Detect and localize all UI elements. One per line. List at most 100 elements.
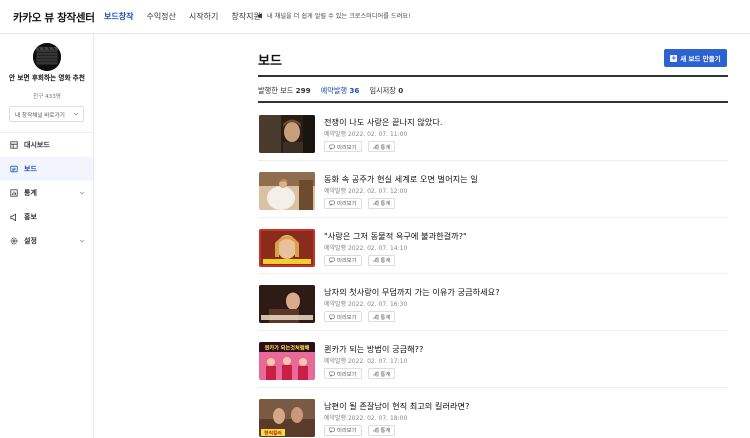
sidebar-item-stats[interactable]: 통계	[0, 181, 93, 205]
preview-button[interactable]: 미리보기	[324, 197, 362, 209]
tab-scheduled[interactable]: 예약발행 36	[321, 86, 360, 96]
preview-label: 미리보기	[337, 371, 357, 378]
post-actions: 미리보기 통계	[324, 424, 396, 436]
sidebar-item-label: 홍보	[24, 213, 37, 221]
sidebar-item-dashboard[interactable]: 대시보드	[0, 133, 93, 157]
preview-button[interactable]: 미리보기	[324, 141, 362, 152]
main-nav: 보드창작 수익정산 시작하기 창작지원	[104, 11, 274, 22]
channel-shortcut-select[interactable]: 내 창작채널 바로가기	[9, 106, 84, 122]
chevron-down-icon	[79, 239, 85, 243]
tab-label: 발행한 보드	[258, 86, 294, 95]
preview-button[interactable]: 미리보기	[324, 311, 362, 323]
chat-icon	[329, 371, 335, 377]
promo-icon	[10, 213, 16, 221]
megaphone-icon	[257, 13, 262, 19]
tab-count: 299	[295, 86, 311, 95]
sidebar-item-label: 보드	[24, 165, 37, 173]
tab-published[interactable]: 발행한 보드 299	[258, 86, 311, 96]
sidebar-item-board[interactable]: 보드	[0, 157, 93, 181]
tab-drafts[interactable]: 임시저장 0	[369, 86, 403, 96]
list-item[interactable]: 동화 속 공주가 현실 세계로 오면 벌어지는 일 예약발행 2022. 02.…	[258, 161, 728, 218]
new-board-button[interactable]: + 새 보드 만들기	[664, 49, 727, 67]
list-item[interactable]: 남자의 첫사랑이 무덤까지 가는 이유가 궁금하세요? 예약발행 2022. 0…	[258, 274, 728, 332]
sidebar-item-settings[interactable]: 설정	[0, 229, 93, 253]
board-thumbnail[interactable]	[259, 115, 315, 153]
sidebar-menu: 대시보드 보드 통계 홍보 설정	[0, 132, 93, 253]
list-item[interactable]: 전쟁이 나도 사랑은 끝나지 않았다. 예약발행 2022. 02. 07. 1…	[258, 104, 728, 161]
nav-board-create[interactable]: 보드창작	[104, 11, 133, 22]
channel-avatar	[33, 43, 61, 71]
nav-settlement[interactable]: 수익정산	[146, 11, 175, 22]
notice-text: 내 채널을 더 쉽게 알릴 수 있는 크로스미디어를 드려요!	[267, 13, 411, 20]
stats-icon	[10, 189, 18, 197]
stats-label: 통계	[380, 428, 391, 435]
post-date: 예약발행 2022. 02. 07. 17:10	[324, 358, 408, 366]
stats-button[interactable]: 통계	[367, 141, 396, 152]
sidebar: 안 보면 후회하는 영화 추천 친구 433명 내 창작채널 바로가기 대시보드…	[0, 34, 94, 438]
list-item[interactable]: 퀸카가 되는것처럼해 퀸카가 되는 방법이 궁금해?? 예약발행 2022. 0…	[258, 331, 728, 388]
board-thumbnail[interactable]	[259, 285, 315, 324]
stats-button[interactable]: 통계	[367, 311, 396, 323]
tab-label: 임시저장	[369, 86, 396, 95]
list-item[interactable]: "사랑은 그저 동물적 욕구에 불과한걸까?" 예약발행 2022. 02. 0…	[258, 218, 728, 275]
preview-label: 미리보기	[337, 144, 357, 151]
stats-button[interactable]: 통계	[367, 424, 396, 436]
preview-button[interactable]: 미리보기	[324, 254, 362, 266]
board-thumbnail[interactable]	[259, 228, 315, 267]
sidebar-item-label: 대시보드	[24, 141, 50, 149]
tab-label: 예약발행	[320, 86, 348, 95]
preview-label: 미리보기	[337, 201, 357, 208]
preview-label: 미리보기	[337, 428, 357, 435]
thumbnail-caption: 현직킬러	[264, 429, 282, 436]
post-title[interactable]: 남편이 될 존잘남이 현직 최고의 킬러라면?	[324, 400, 469, 412]
board-list: 전쟁이 나도 사랑은 끝나지 않았다. 예약발행 2022. 02. 07. 1…	[258, 104, 728, 438]
divider	[258, 101, 728, 103]
nav-getting-started[interactable]: 시작하기	[189, 11, 218, 22]
post-title[interactable]: 전쟁이 나도 사랑은 끝나지 않았다.	[324, 116, 442, 128]
chart-icon	[373, 257, 378, 263]
chart-icon	[373, 314, 378, 320]
post-title[interactable]: 남자의 첫사랑이 무덤까지 가는 이유가 궁금하세요?	[324, 286, 500, 298]
post-actions: 미리보기 통계	[324, 197, 396, 209]
notice-banner[interactable]: 내 채널을 더 쉽게 알릴 수 있는 크로스미디어를 드려요!	[257, 11, 410, 20]
board-tabs: 발행한 보드 299 예약발행 36 임시저장 0	[258, 86, 413, 96]
post-date: 예약발행 2022. 02. 07. 16:30	[324, 301, 408, 309]
stats-label: 통계	[380, 258, 391, 265]
channel-select-label: 내 창작채널 바로가기	[15, 113, 65, 119]
chevron-down-icon	[73, 112, 79, 116]
board-thumbnail[interactable]	[259, 171, 315, 210]
plus-icon: +	[670, 53, 678, 62]
post-title[interactable]: 동화 속 공주가 현실 세계로 오면 벌어지는 일	[324, 173, 478, 185]
chart-icon	[373, 371, 378, 377]
top-navigation-bar: 카카오 뷰 창작센터 보드창작 수익정산 시작하기 창작지원 내 채널을 더 쉽…	[0, 0, 750, 34]
preview-label: 미리보기	[337, 258, 357, 265]
post-date: 예약발행 2022. 02. 07. 18:00	[324, 414, 408, 422]
channel-name: 안 보면 후회하는 영화 추천	[9, 74, 85, 82]
preview-button[interactable]: 미리보기	[324, 424, 362, 436]
stats-label: 통계	[380, 371, 391, 378]
stats-label: 통계	[380, 201, 391, 208]
post-actions: 미리보기 통계	[324, 311, 396, 323]
thumbnail-caption: 퀸카가 되는것처럼해	[265, 344, 310, 352]
post-title[interactable]: 퀸카가 되는 방법이 궁금해??	[324, 343, 423, 355]
post-title[interactable]: "사랑은 그저 동물적 욕구에 불과한걸까?"	[324, 230, 467, 242]
stats-button[interactable]: 통계	[367, 368, 396, 380]
chart-icon	[373, 144, 378, 149]
stats-button[interactable]: 통계	[367, 197, 396, 209]
preview-button[interactable]: 미리보기	[324, 368, 362, 380]
chevron-down-icon	[79, 191, 85, 195]
sidebar-item-promo[interactable]: 홍보	[0, 205, 93, 229]
chat-icon	[329, 200, 335, 207]
post-actions: 미리보기 통계	[324, 254, 396, 266]
chat-icon	[329, 314, 335, 320]
app-logo[interactable]: 카카오 뷰 창작센터	[13, 10, 95, 25]
tab-count: 36	[349, 86, 360, 95]
stats-label: 통계	[380, 314, 391, 321]
list-item[interactable]: 현직킬러 남편이 될 존잘남이 현직 최고의 킬러라면? 예약발행 2022. …	[258, 388, 728, 438]
board-thumbnail[interactable]: 퀸카가 되는것처럼해	[259, 342, 315, 381]
board-thumbnail[interactable]: 현직킬러	[259, 398, 315, 437]
gear-icon	[10, 237, 18, 245]
stats-button[interactable]: 통계	[367, 254, 396, 266]
post-date: 예약발행 2022. 02. 07. 14:10	[324, 244, 408, 252]
chat-icon	[329, 428, 335, 434]
